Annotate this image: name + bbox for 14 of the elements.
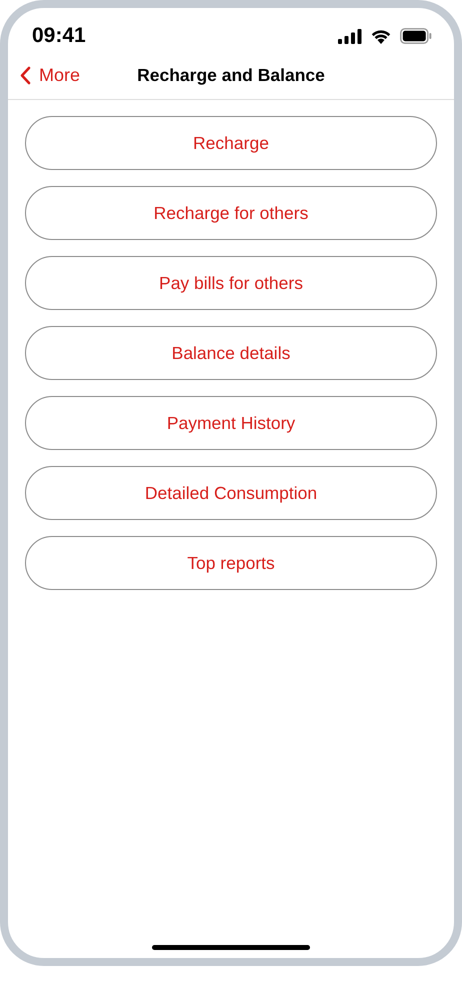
menu-button[interactable]: Balance details [25, 326, 437, 380]
menu-button[interactable]: Recharge [25, 116, 437, 170]
menu-button[interactable]: Recharge for others [25, 186, 437, 240]
page-title: Recharge and Balance [137, 64, 325, 88]
menu-button[interactable]: Pay bills for others [25, 256, 437, 310]
menu-button[interactable]: Detailed Consumption [25, 466, 437, 520]
battery-icon [400, 28, 432, 44]
back-chevron-icon [20, 66, 31, 85]
wifi-icon [370, 28, 392, 44]
status-time: 09:41 [32, 23, 86, 50]
menu-button[interactable]: Top reports [25, 536, 437, 590]
back-button[interactable]: More [20, 62, 80, 89]
signal-icon [338, 28, 362, 44]
menu-button[interactable]: Payment History [25, 396, 437, 450]
